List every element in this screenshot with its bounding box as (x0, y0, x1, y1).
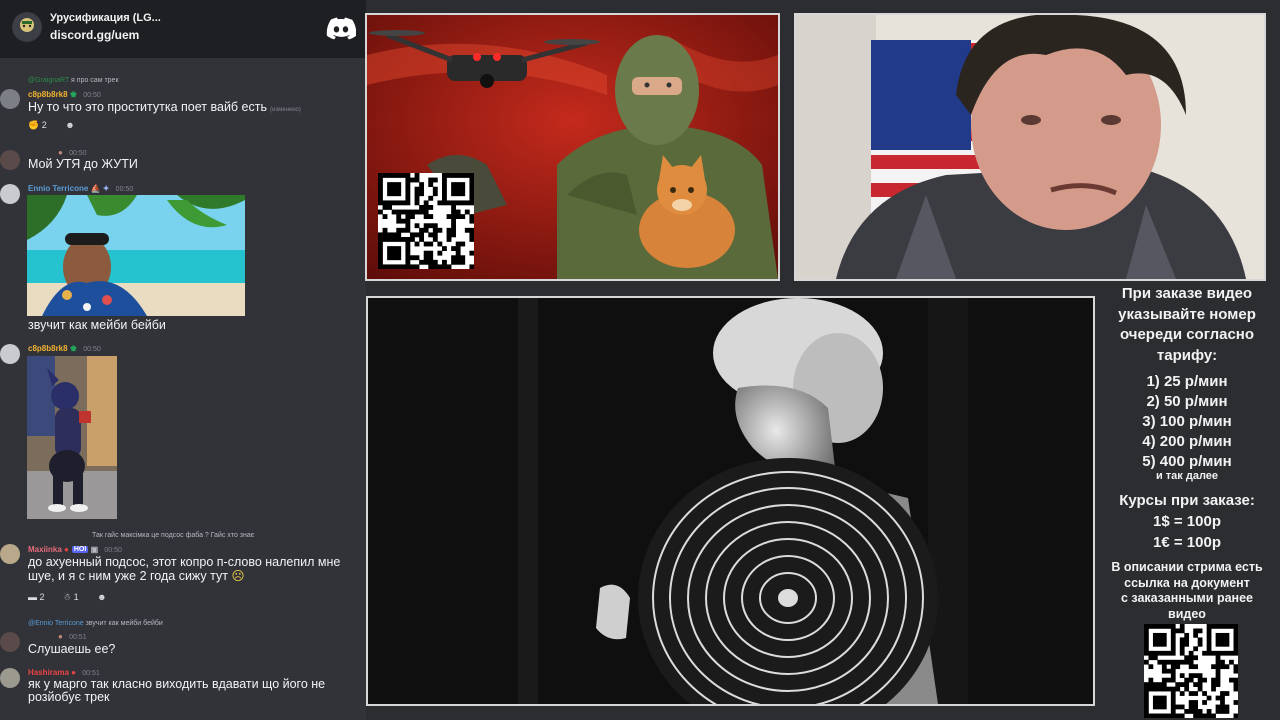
role-badge: HOI (71, 546, 89, 553)
reaction-count: 2 (39, 592, 45, 602)
tariff-item: 5) 400 р/мин (1142, 453, 1232, 470)
qr-code[interactable] (378, 173, 475, 270)
user-icon: ▣ (90, 545, 99, 554)
course-rates: 1$ = 100р 1€ = 100р (1102, 511, 1272, 553)
discord-chat-panel: Урусификация (LG... discord.gg/uem @Grai… (0, 0, 366, 720)
add-reaction-icon[interactable]: ☻ (65, 120, 74, 130)
discord-logo-icon (326, 17, 356, 40)
reaction[interactable]: ☃ 1 (63, 592, 87, 602)
description-note: В описании стрима есть ссылка на докумен… (1102, 560, 1272, 622)
reactions[interactable]: ✊ 2 ☻ (28, 120, 83, 131)
role-icon: ● (64, 545, 69, 554)
message-author[interactable]: c8p8b8rk8 ♚ 00:50 (28, 90, 101, 99)
emoji-icon: ☹ (231, 569, 245, 583)
qr-code[interactable] (1144, 624, 1239, 719)
author-name: c8p8b8rk8 (28, 90, 68, 99)
order-instructions: При заказе видео указывайте номер очеред… (1102, 284, 1272, 366)
reaction-count: 2 (41, 120, 47, 130)
tariff-item: 3) 100 р/мин (1142, 413, 1232, 430)
attached-image-fursuit[interactable] (27, 356, 117, 519)
message-author[interactable]: Hashirama ● 00:51 (28, 668, 100, 677)
reply-preview[interactable]: @Ennio Terricone звучит как мейби бейби (28, 620, 163, 627)
info-line: очереди согласно (1119, 326, 1255, 343)
server-invite-link[interactable]: discord.gg/uem (50, 28, 139, 42)
course-title: Курсы при заказе: (1119, 492, 1255, 509)
message-author[interactable]: Ennio Terricone ⛵ ✦ 00:50 (28, 184, 133, 193)
avatar[interactable] (0, 544, 20, 564)
reply-preview[interactable]: Так гайс максімка це подсос фаба ? Гайс … (92, 532, 254, 539)
message-text: як у марго так класно виходить вдавати щ… (28, 677, 326, 704)
avatar[interactable] (0, 150, 20, 170)
tariff-more: и так далее (1155, 470, 1219, 482)
note-line: ссылка на документ (1124, 575, 1250, 590)
course-rate: 1$ = 100р (1153, 513, 1221, 530)
course-rate: 1€ = 100р (1153, 534, 1221, 551)
message-author[interactable]: ● 00:51 (58, 632, 87, 641)
avatar[interactable] (0, 89, 20, 109)
role-icon: ♚ (69, 344, 77, 353)
portrait-image (366, 296, 1095, 706)
portrait-woman-with-hat (368, 298, 1093, 704)
message-time: 00:50 (104, 547, 122, 554)
note-line: с заказанными ранее (1120, 591, 1253, 605)
message-time: 00:51 (82, 670, 100, 677)
server-avatar (12, 12, 42, 42)
message-time: 00:50 (69, 150, 87, 157)
author-name: Maxiinka (28, 545, 62, 554)
avatar[interactable] (0, 668, 20, 688)
info-line: указывайте номер (1118, 305, 1256, 323)
message-time: 00:50 (83, 346, 101, 353)
tariff-item: 1) 25 р/мин (1146, 373, 1228, 390)
soldier-artwork (365, 13, 780, 281)
note-line: видео (1168, 606, 1206, 621)
message-author[interactable]: Maxiinka ● HOI ▣ 00:50 (28, 545, 122, 554)
message-time: 00:50 (115, 186, 134, 193)
reactions[interactable]: ▬ 2 ☃ 1 ☻ (28, 592, 115, 603)
message-body: Ну то что это проститутка поет вайб есть (28, 100, 267, 114)
role-icon: ⛵ ✦ (90, 184, 110, 193)
tariff-item: 4) 200 р/мин (1142, 433, 1232, 450)
message-text: Ну то что это проститутка поет вайб есть… (28, 100, 301, 114)
avatar[interactable] (0, 344, 20, 364)
server-header[interactable]: Урусификация (LG... discord.gg/uem (0, 0, 366, 58)
note-line: В описании стрима есть (1111, 560, 1263, 574)
reply-author: @Ennio Terricone (28, 620, 84, 627)
message-body: до ахуенный подсос, этот копро п-слово н… (28, 555, 341, 583)
reply-text: я про сам трек (71, 77, 119, 84)
tariff-item: 2) 50 р/мин (1146, 393, 1228, 410)
message-time: 00:50 (83, 92, 101, 99)
message-time: 00:51 (69, 634, 87, 641)
user-icon: ● (58, 148, 63, 157)
reply-text: звучит как мейби бейби (85, 620, 163, 627)
user-icon: ● (58, 632, 63, 641)
add-reaction-icon[interactable]: ☻ (97, 592, 106, 602)
message-author[interactable]: ● 00:50 (58, 148, 87, 157)
reaction-count: 1 (73, 592, 79, 602)
tariff-list: 1) 25 р/мин 2) 50 р/мин 3) 100 р/мин 4) … (1102, 372, 1272, 472)
message-text: Мой УТЯ до ЖУТИ (28, 157, 138, 171)
author-name: c8p8b8rk8 (28, 344, 68, 353)
avatar[interactable] (0, 632, 20, 652)
reaction[interactable]: ✊ 2 (28, 120, 55, 130)
avatar[interactable] (0, 184, 20, 204)
role-icon: ● (71, 668, 76, 677)
reaction[interactable]: ▬ 2 (28, 592, 53, 602)
reply-preview[interactable]: @GraignaRT я про сам трек (28, 77, 119, 84)
message-author[interactable]: c8p8b8rk8 ♚ 00:50 (28, 344, 101, 353)
role-icon: ♚ (69, 90, 77, 99)
author-name: Hashirama (28, 668, 69, 677)
info-line: При заказе видео (1121, 285, 1253, 302)
author-name: Ennio Terricone (28, 184, 89, 193)
server-name: Урусификация (LG... (50, 12, 161, 24)
reply-text: Так гайс максімка це подсос фаба ? Гайс … (92, 532, 255, 539)
edited-marker: (изменено) (270, 107, 301, 113)
webcam-scene (796, 15, 1264, 279)
reply-author: @GraignaRT (28, 77, 70, 84)
message-text: до ахуенный подсос, этот копро п-слово н… (28, 555, 364, 583)
attached-image-beach[interactable] (27, 195, 245, 316)
message-text: звучит как мейби бейби (28, 318, 166, 332)
webcam-feed (794, 13, 1266, 281)
message-text: Слушаешь ее? (28, 642, 116, 656)
info-line: тарифу: (1156, 346, 1218, 364)
